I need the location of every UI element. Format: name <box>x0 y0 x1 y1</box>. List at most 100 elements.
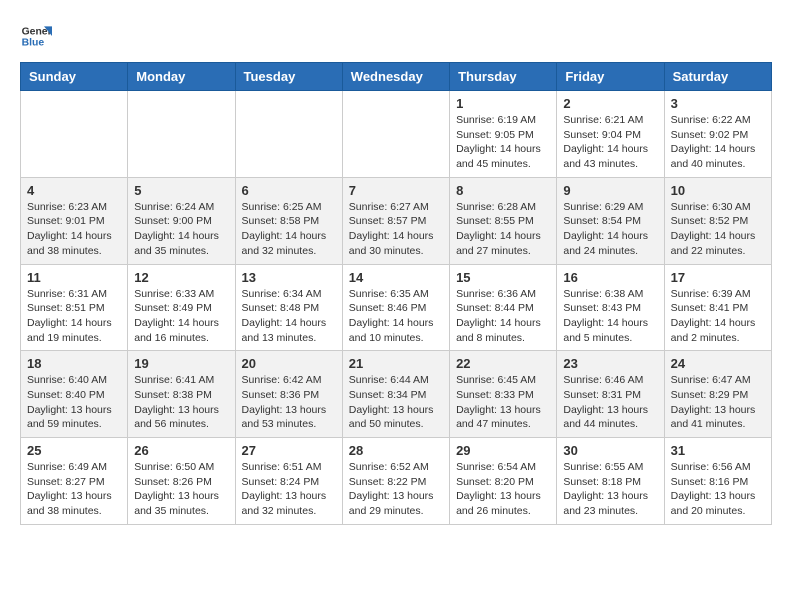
week-row-4: 18 Sunrise: 6:40 AM Sunset: 8:40 PM Dayli… <box>21 351 772 438</box>
calendar-cell: 5 Sunrise: 6:24 AM Sunset: 9:00 PM Daylig… <box>128 177 235 264</box>
day-content: Sunrise: 6:28 AM Sunset: 8:55 PM Dayligh… <box>456 200 550 259</box>
header-cell-sunday: Sunday <box>21 63 128 91</box>
header-cell-friday: Friday <box>557 63 664 91</box>
day-number: 29 <box>456 443 550 458</box>
day-number: 5 <box>134 183 228 198</box>
calendar-cell: 18 Sunrise: 6:40 AM Sunset: 8:40 PM Dayli… <box>21 351 128 438</box>
day-content: Sunrise: 6:42 AM Sunset: 8:36 PM Dayligh… <box>242 373 336 432</box>
day-content: Sunrise: 6:23 AM Sunset: 9:01 PM Dayligh… <box>27 200 121 259</box>
day-content: Sunrise: 6:51 AM Sunset: 8:24 PM Dayligh… <box>242 460 336 519</box>
day-content: Sunrise: 6:25 AM Sunset: 8:58 PM Dayligh… <box>242 200 336 259</box>
calendar-cell: 29 Sunrise: 6:54 AM Sunset: 8:20 PM Dayli… <box>450 438 557 525</box>
calendar-cell: 26 Sunrise: 6:50 AM Sunset: 8:26 PM Dayli… <box>128 438 235 525</box>
day-number: 22 <box>456 356 550 371</box>
day-content: Sunrise: 6:27 AM Sunset: 8:57 PM Dayligh… <box>349 200 443 259</box>
calendar-cell: 20 Sunrise: 6:42 AM Sunset: 8:36 PM Dayli… <box>235 351 342 438</box>
calendar-cell: 7 Sunrise: 6:27 AM Sunset: 8:57 PM Daylig… <box>342 177 449 264</box>
day-content: Sunrise: 6:33 AM Sunset: 8:49 PM Dayligh… <box>134 287 228 346</box>
day-number: 23 <box>563 356 657 371</box>
day-number: 13 <box>242 270 336 285</box>
header-cell-saturday: Saturday <box>664 63 771 91</box>
calendar-cell: 23 Sunrise: 6:46 AM Sunset: 8:31 PM Dayli… <box>557 351 664 438</box>
calendar-cell: 27 Sunrise: 6:51 AM Sunset: 8:24 PM Dayli… <box>235 438 342 525</box>
day-number: 10 <box>671 183 765 198</box>
calendar-cell: 14 Sunrise: 6:35 AM Sunset: 8:46 PM Dayli… <box>342 264 449 351</box>
day-content: Sunrise: 6:50 AM Sunset: 8:26 PM Dayligh… <box>134 460 228 519</box>
calendar-cell: 4 Sunrise: 6:23 AM Sunset: 9:01 PM Daylig… <box>21 177 128 264</box>
calendar-cell: 11Sunrise: 6:31 AM Sunset: 8:51 PM Dayli… <box>21 264 128 351</box>
day-number: 14 <box>349 270 443 285</box>
header-cell-wednesday: Wednesday <box>342 63 449 91</box>
day-number: 7 <box>349 183 443 198</box>
day-content: Sunrise: 6:21 AM Sunset: 9:04 PM Dayligh… <box>563 113 657 172</box>
calendar-cell: 3 Sunrise: 6:22 AM Sunset: 9:02 PM Daylig… <box>664 91 771 178</box>
day-number: 3 <box>671 96 765 111</box>
day-number: 4 <box>27 183 121 198</box>
day-content: Sunrise: 6:35 AM Sunset: 8:46 PM Dayligh… <box>349 287 443 346</box>
day-content: Sunrise: 6:54 AM Sunset: 8:20 PM Dayligh… <box>456 460 550 519</box>
day-number: 1 <box>456 96 550 111</box>
day-number: 2 <box>563 96 657 111</box>
calendar-cell: 24Sunrise: 6:47 AM Sunset: 8:29 PM Dayli… <box>664 351 771 438</box>
day-content: Sunrise: 6:36 AM Sunset: 8:44 PM Dayligh… <box>456 287 550 346</box>
day-content: Sunrise: 6:49 AM Sunset: 8:27 PM Dayligh… <box>27 460 121 519</box>
calendar-cell: 17Sunrise: 6:39 AM Sunset: 8:41 PM Dayli… <box>664 264 771 351</box>
day-content: Sunrise: 6:31 AM Sunset: 8:51 PM Dayligh… <box>27 287 121 346</box>
day-number: 15 <box>456 270 550 285</box>
calendar-cell: 2 Sunrise: 6:21 AM Sunset: 9:04 PM Daylig… <box>557 91 664 178</box>
day-content: Sunrise: 6:29 AM Sunset: 8:54 PM Dayligh… <box>563 200 657 259</box>
day-content: Sunrise: 6:44 AM Sunset: 8:34 PM Dayligh… <box>349 373 443 432</box>
day-number: 31 <box>671 443 765 458</box>
week-row-5: 25Sunrise: 6:49 AM Sunset: 8:27 PM Dayli… <box>21 438 772 525</box>
calendar-cell: 13 Sunrise: 6:34 AM Sunset: 8:48 PM Dayli… <box>235 264 342 351</box>
calendar-cell: 21 Sunrise: 6:44 AM Sunset: 8:34 PM Dayli… <box>342 351 449 438</box>
calendar-cell: 31Sunrise: 6:56 AM Sunset: 8:16 PM Dayli… <box>664 438 771 525</box>
day-number: 27 <box>242 443 336 458</box>
day-number: 19 <box>134 356 228 371</box>
calendar-cell: 15 Sunrise: 6:36 AM Sunset: 8:44 PM Dayli… <box>450 264 557 351</box>
day-content: Sunrise: 6:38 AM Sunset: 8:43 PM Dayligh… <box>563 287 657 346</box>
day-number: 24 <box>671 356 765 371</box>
day-number: 12 <box>134 270 228 285</box>
day-content: Sunrise: 6:41 AM Sunset: 8:38 PM Dayligh… <box>134 373 228 432</box>
day-content: Sunrise: 6:46 AM Sunset: 8:31 PM Dayligh… <box>563 373 657 432</box>
logo: General Blue <box>20 20 52 52</box>
calendar-cell: 12 Sunrise: 6:33 AM Sunset: 8:49 PM Dayli… <box>128 264 235 351</box>
day-number: 30 <box>563 443 657 458</box>
day-content: Sunrise: 6:22 AM Sunset: 9:02 PM Dayligh… <box>671 113 765 172</box>
calendar-cell: 8 Sunrise: 6:28 AM Sunset: 8:55 PM Daylig… <box>450 177 557 264</box>
calendar-cell: 19 Sunrise: 6:41 AM Sunset: 8:38 PM Dayli… <box>128 351 235 438</box>
svg-text:Blue: Blue <box>22 38 45 49</box>
day-content: Sunrise: 6:45 AM Sunset: 8:33 PM Dayligh… <box>456 373 550 432</box>
calendar-cell <box>128 91 235 178</box>
calendar-cell: 28Sunrise: 6:52 AM Sunset: 8:22 PM Dayli… <box>342 438 449 525</box>
day-content: Sunrise: 6:34 AM Sunset: 8:48 PM Dayligh… <box>242 287 336 346</box>
day-content: Sunrise: 6:40 AM Sunset: 8:40 PM Dayligh… <box>27 373 121 432</box>
day-number: 8 <box>456 183 550 198</box>
logo-icon: General Blue <box>20 20 52 52</box>
calendar-cell: 22 Sunrise: 6:45 AM Sunset: 8:33 PM Dayli… <box>450 351 557 438</box>
week-row-3: 11Sunrise: 6:31 AM Sunset: 8:51 PM Dayli… <box>21 264 772 351</box>
calendar-cell: 16 Sunrise: 6:38 AM Sunset: 8:43 PM Dayli… <box>557 264 664 351</box>
day-number: 21 <box>349 356 443 371</box>
day-number: 20 <box>242 356 336 371</box>
day-content: Sunrise: 6:52 AM Sunset: 8:22 PM Dayligh… <box>349 460 443 519</box>
day-number: 16 <box>563 270 657 285</box>
day-number: 26 <box>134 443 228 458</box>
day-number: 18 <box>27 356 121 371</box>
header-cell-monday: Monday <box>128 63 235 91</box>
calendar-cell: 6Sunrise: 6:25 AM Sunset: 8:58 PM Daylig… <box>235 177 342 264</box>
header-row: SundayMondayTuesdayWednesdayThursdayFrid… <box>21 63 772 91</box>
header-cell-thursday: Thursday <box>450 63 557 91</box>
calendar-table: SundayMondayTuesdayWednesdayThursdayFrid… <box>20 62 772 525</box>
day-content: Sunrise: 6:24 AM Sunset: 9:00 PM Dayligh… <box>134 200 228 259</box>
calendar-cell: 9Sunrise: 6:29 AM Sunset: 8:54 PM Daylig… <box>557 177 664 264</box>
calendar-cell <box>342 91 449 178</box>
day-content: Sunrise: 6:55 AM Sunset: 8:18 PM Dayligh… <box>563 460 657 519</box>
calendar-cell: 1 Sunrise: 6:19 AM Sunset: 9:05 PM Daylig… <box>450 91 557 178</box>
page-header: General Blue <box>20 20 772 52</box>
calendar-cell <box>21 91 128 178</box>
day-content: Sunrise: 6:30 AM Sunset: 8:52 PM Dayligh… <box>671 200 765 259</box>
day-content: Sunrise: 6:19 AM Sunset: 9:05 PM Dayligh… <box>456 113 550 172</box>
week-row-1: 1 Sunrise: 6:19 AM Sunset: 9:05 PM Daylig… <box>21 91 772 178</box>
